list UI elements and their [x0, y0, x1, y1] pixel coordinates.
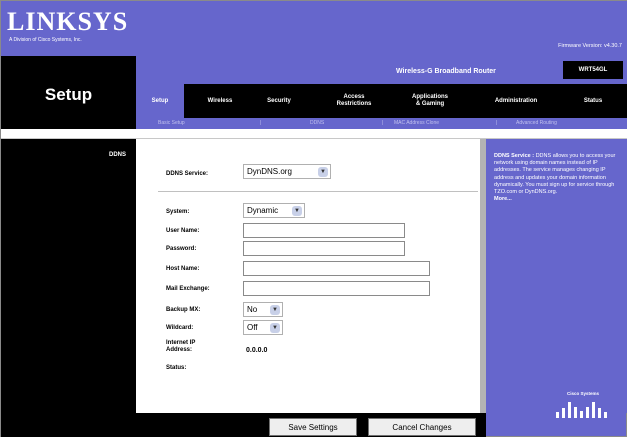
model-number: WRT54GL [563, 61, 623, 79]
system-value: Dynamic [247, 206, 279, 215]
main-tabs: Setup Wireless Security Access Restricti… [136, 84, 627, 118]
header: LINKSYS A Division of Cisco Systems, Inc… [1, 1, 627, 56]
username-label: User Name: [166, 228, 200, 234]
linksys-logo: LINKSYS [7, 7, 129, 36]
tab-status[interactable]: Status [564, 84, 622, 118]
product-name: Wireless-G Broadband Router [396, 68, 496, 75]
hostname-label: Host Name: [166, 266, 200, 272]
subtab-basic-setup[interactable]: Basic Setup [158, 120, 185, 126]
hostname-field[interactable] [243, 261, 430, 276]
wildcard-value: Off [247, 323, 258, 332]
subtab-separator: | [496, 120, 498, 126]
chevron-down-icon: ▼ [318, 167, 328, 177]
tab-applications-gaming[interactable]: Applications & Gaming [398, 84, 462, 118]
backup-mx-label: Backup MX: [166, 307, 201, 313]
status-label: Status: [166, 365, 187, 371]
internet-ip-value: 0.0.0.0 [246, 347, 268, 354]
chevron-down-icon: ▼ [292, 206, 302, 216]
chevron-down-icon: ▼ [270, 323, 280, 333]
section-label: DDNS [108, 152, 126, 158]
password-field[interactable] [243, 241, 405, 256]
product-bar: Wireless-G Broadband Router WRT54GL [136, 56, 627, 84]
help-title: DDNS Service : [494, 153, 535, 159]
help-panel: DDNS Service : DDNS allows you to access… [486, 139, 627, 413]
save-settings-button[interactable]: Save Settings [269, 418, 357, 436]
subtab-separator: | [260, 120, 262, 126]
password-label: Password: [166, 246, 197, 252]
subtab-ddns[interactable]: DDNS [310, 120, 324, 126]
mail-exchange-field[interactable] [243, 281, 430, 296]
cisco-systems-logo: Cisco Systems [546, 391, 620, 421]
left-column [1, 56, 136, 437]
username-field[interactable] [243, 223, 405, 238]
mail-exchange-label: Mail Exchange: [166, 286, 210, 292]
main-content: DDNS Service: DynDNS.org ▼ System: Dynam… [136, 139, 486, 413]
ddns-service-select[interactable]: DynDNS.org ▼ [243, 164, 331, 179]
wildcard-select[interactable]: Off ▼ [243, 320, 283, 335]
tab-access-restrictions[interactable]: Access Restrictions [324, 84, 384, 118]
router-admin-page: LINKSYS A Division of Cisco Systems, Inc… [0, 0, 627, 437]
internet-ip-label: Internet IP Address: [166, 340, 196, 353]
help-text: DDNS Service : DDNS allows you to access… [494, 153, 622, 203]
system-label: System: [166, 209, 190, 215]
divider-strip [1, 129, 627, 139]
backup-mx-select[interactable]: No ▼ [243, 302, 283, 317]
help-body: DDNS allows you to access your network u… [494, 153, 616, 196]
system-select[interactable]: Dynamic ▼ [243, 203, 305, 218]
tab-administration[interactable]: Administration [481, 84, 551, 118]
firmware-version: Firmware Version: v4.30.7 [558, 43, 622, 49]
subtab-advanced-routing[interactable]: Advanced Routing [516, 120, 557, 126]
chevron-down-icon: ▼ [270, 305, 280, 315]
subtab-mac-address-clone[interactable]: MAC Address Clone [394, 120, 439, 126]
logo-subtitle: A Division of Cisco Systems, Inc. [9, 37, 82, 43]
subtab-separator: | [382, 120, 384, 126]
more-link[interactable]: More... [494, 196, 622, 203]
wildcard-label: Wildcard: [166, 325, 194, 331]
backup-mx-value: No [247, 305, 258, 314]
ddns-service-value: DynDNS.org [247, 167, 292, 176]
page-title: Setup [44, 85, 93, 104]
tab-wireless[interactable]: Wireless [198, 84, 242, 118]
sub-tabs: Basic Setup | DDNS | MAC Address Clone |… [136, 118, 627, 129]
tab-setup[interactable]: Setup [136, 84, 184, 118]
cancel-changes-button[interactable]: Cancel Changes [368, 418, 476, 436]
tab-security[interactable]: Security [256, 84, 302, 118]
divider [158, 191, 478, 192]
cisco-bridge-icon [556, 402, 607, 418]
ddns-service-label: DDNS Service: [166, 171, 209, 177]
